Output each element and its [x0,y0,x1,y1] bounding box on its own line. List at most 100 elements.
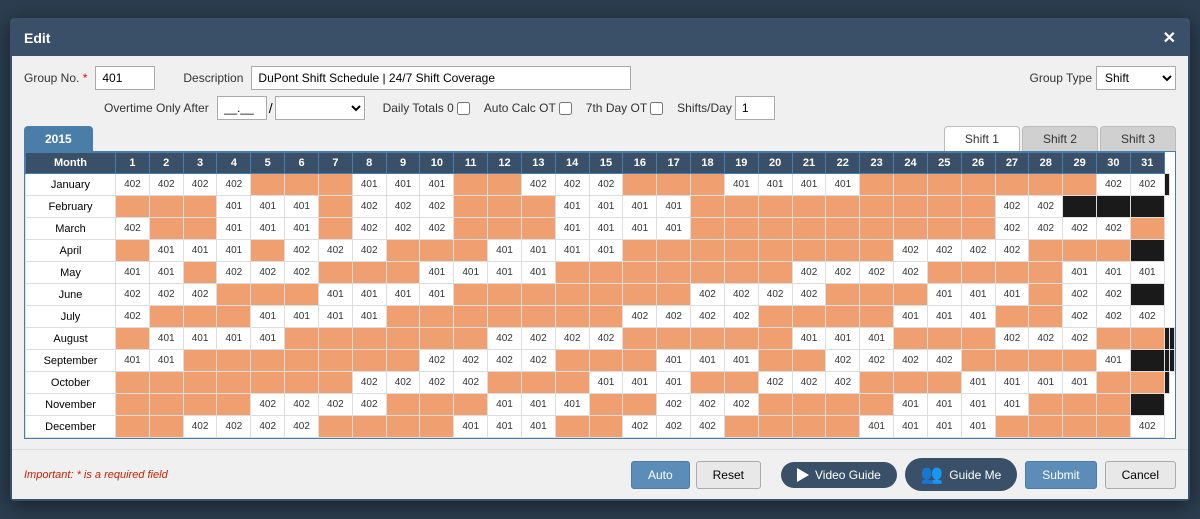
day-cell[interactable]: 401 [589,218,623,240]
day-cell[interactable] [488,174,522,196]
day-cell[interactable]: 401 [589,196,623,218]
day-cell[interactable] [521,306,555,328]
shift-tab-3[interactable]: Shift 3 [1100,126,1176,151]
day-cell[interactable]: 402 [521,174,555,196]
day-cell[interactable] [454,394,488,416]
day-cell[interactable]: 401 [555,218,589,240]
day-cell[interactable] [217,284,251,306]
day-cell[interactable]: 402 [352,218,386,240]
day-cell[interactable]: 402 [589,174,623,196]
day-cell[interactable] [589,394,623,416]
day-cell[interactable] [420,240,454,262]
day-cell[interactable] [826,240,860,262]
day-cell[interactable] [488,306,522,328]
day-cell[interactable] [826,196,860,218]
day-cell[interactable] [318,328,352,350]
day-cell[interactable]: 402 [251,416,285,438]
day-cell[interactable] [894,284,928,306]
day-cell[interactable] [792,416,826,438]
day-cell[interactable] [691,328,725,350]
day-cell[interactable]: 402 [995,240,1029,262]
day-cell[interactable] [420,394,454,416]
day-cell[interactable]: 402 [1029,196,1063,218]
day-cell[interactable] [555,350,589,372]
day-cell[interactable]: 401 [217,328,251,350]
day-cell[interactable] [860,284,894,306]
day-cell[interactable]: 401 [521,394,555,416]
day-cell[interactable]: 401 [149,350,183,372]
day-cell[interactable]: 401 [1063,262,1097,284]
day-cell[interactable]: 402 [217,174,251,196]
day-cell[interactable]: 401 [285,306,319,328]
day-cell[interactable] [149,416,183,438]
day-cell[interactable]: 401 [927,416,961,438]
day-cell[interactable]: 401 [860,328,894,350]
day-cell[interactable] [285,284,319,306]
day-cell[interactable]: 401 [894,306,928,328]
day-cell[interactable] [758,328,792,350]
day-cell[interactable]: 401 [691,350,725,372]
day-cell[interactable] [1063,240,1097,262]
day-cell[interactable] [386,350,420,372]
day-cell[interactable]: 401 [1063,372,1097,394]
day-cell[interactable] [1029,306,1063,328]
day-cell[interactable] [589,262,623,284]
day-cell[interactable] [386,262,420,284]
day-cell[interactable] [420,416,454,438]
day-cell[interactable]: 401 [217,218,251,240]
day-cell[interactable]: 401 [657,196,691,218]
day-cell[interactable] [894,196,928,218]
day-cell[interactable] [454,196,488,218]
day-cell[interactable] [116,328,150,350]
day-cell[interactable] [758,416,792,438]
day-cell[interactable] [251,174,285,196]
day-cell[interactable] [961,218,995,240]
day-cell[interactable]: 401 [352,174,386,196]
day-cell[interactable] [116,416,150,438]
day-cell[interactable]: 401 [217,240,251,262]
day-cell[interactable]: 402 [454,372,488,394]
day-cell[interactable]: 401 [217,196,251,218]
day-cell[interactable] [318,196,352,218]
shift-tab-2[interactable]: Shift 2 [1022,126,1098,151]
video-guide-button[interactable]: Video Guide [781,462,897,488]
day-cell[interactable] [826,284,860,306]
day-cell[interactable] [318,372,352,394]
day-cell[interactable]: 401 [251,218,285,240]
day-cell[interactable]: 402 [420,372,454,394]
day-cell[interactable] [183,196,217,218]
day-cell[interactable] [1029,350,1063,372]
day-cell[interactable]: 401 [961,306,995,328]
day-cell[interactable]: 402 [691,306,725,328]
day-cell[interactable] [724,196,758,218]
day-cell[interactable] [691,218,725,240]
day-cell[interactable]: 401 [285,218,319,240]
day-cell[interactable]: 402 [927,240,961,262]
day-cell[interactable]: 402 [792,284,826,306]
day-cell[interactable]: 402 [894,350,928,372]
day-cell[interactable]: 402 [826,262,860,284]
day-cell[interactable] [961,196,995,218]
day-cell[interactable] [454,328,488,350]
day-cell[interactable]: 401 [521,262,555,284]
day-cell[interactable] [1063,416,1097,438]
day-cell[interactable] [149,394,183,416]
day-cell[interactable] [792,218,826,240]
day-cell[interactable] [995,416,1029,438]
day-cell[interactable] [961,328,995,350]
day-cell[interactable] [318,350,352,372]
day-cell[interactable]: 401 [657,350,691,372]
day-cell[interactable] [860,240,894,262]
day-cell[interactable]: 401 [724,174,758,196]
day-cell[interactable]: 401 [386,284,420,306]
day-cell[interactable] [1169,350,1174,372]
day-cell[interactable] [116,372,150,394]
day-cell[interactable] [183,218,217,240]
day-cell[interactable]: 402 [1097,174,1131,196]
day-cell[interactable] [149,196,183,218]
day-cell[interactable]: 401 [961,394,995,416]
day-cell[interactable] [251,284,285,306]
day-cell[interactable] [183,262,217,284]
day-cell[interactable] [1029,394,1063,416]
day-cell[interactable] [217,394,251,416]
